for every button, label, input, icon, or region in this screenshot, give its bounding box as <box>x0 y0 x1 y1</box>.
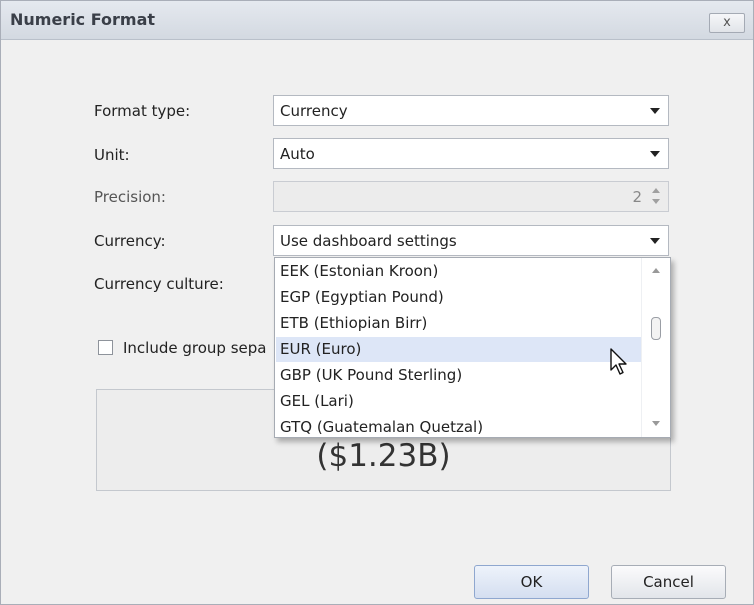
scroll-up-icon[interactable] <box>652 268 660 273</box>
precision-label: Precision: <box>94 188 166 206</box>
dropdown-scrollbar[interactable] <box>641 258 670 437</box>
currency-value: Use dashboard settings <box>280 232 457 250</box>
dropdown-item[interactable]: GEL (Lari) <box>276 389 645 414</box>
cancel-button[interactable]: Cancel <box>611 565 726 599</box>
dropdown-item[interactable]: GTQ (Guatemalan Quetzal) <box>276 415 645 440</box>
format-type-value: Currency <box>280 102 348 120</box>
title-bar: Numeric Format x <box>1 1 753 40</box>
dropdown-item[interactable]: EGP (Egyptian Pound) <box>276 285 645 310</box>
format-type-label: Format type: <box>94 102 191 120</box>
close-button[interactable]: x <box>709 13 745 33</box>
precision-spinner[interactable]: 2 <box>273 181 669 212</box>
dropdown-item[interactable]: GBP (UK Pound Sterling) <box>276 363 645 388</box>
unit-combobox[interactable]: Auto <box>273 138 669 169</box>
preview-value: ($1.23B) <box>316 438 451 474</box>
currency-culture-label: Currency culture: <box>94 275 224 293</box>
close-icon: x <box>723 15 731 30</box>
ok-button[interactable]: OK <box>474 565 589 599</box>
unit-label: Unit: <box>94 146 130 164</box>
spin-up-icon[interactable] <box>652 188 660 193</box>
currency-combobox[interactable]: Use dashboard settings <box>273 225 669 256</box>
format-type-combobox[interactable]: Currency <box>273 95 669 126</box>
dropdown-item[interactable]: ETB (Ethiopian Birr) <box>276 311 645 336</box>
chevron-down-icon <box>650 238 660 244</box>
dropdown-item[interactable]: EEK (Estonian Kroon) <box>276 259 645 284</box>
scroll-down-icon[interactable] <box>652 421 660 426</box>
dropdown-item-selected[interactable]: EUR (Euro) <box>276 337 645 362</box>
group-separator-checkbox[interactable] <box>98 340 113 355</box>
chevron-down-icon <box>650 108 660 114</box>
mouse-pointer-icon <box>610 348 627 375</box>
currency-label: Currency: <box>94 232 166 250</box>
precision-value: 2 <box>632 188 642 206</box>
group-separator-label[interactable]: Include group sepa <box>123 339 266 357</box>
dialog-title: Numeric Format <box>10 10 156 29</box>
unit-value: Auto <box>280 145 315 163</box>
numeric-format-dialog: Numeric Format x Format type: Currency U… <box>0 0 754 605</box>
scroll-thumb[interactable] <box>651 317 661 340</box>
chevron-down-icon <box>650 151 660 157</box>
spin-down-icon[interactable] <box>652 199 660 204</box>
